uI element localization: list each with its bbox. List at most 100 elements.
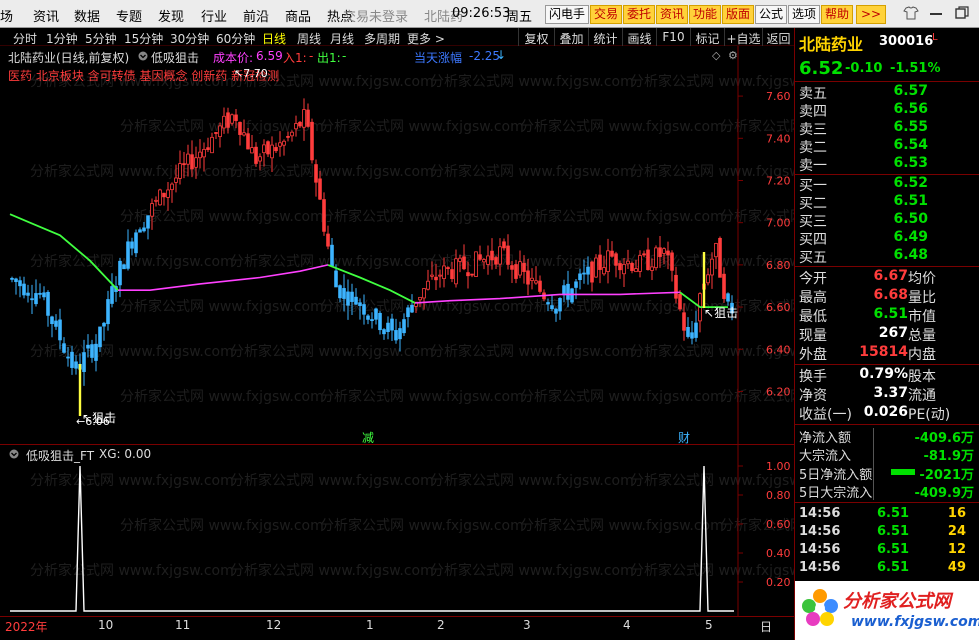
- watermark-text: 分析家公式网 www.fxjgsw.com: [430, 562, 634, 579]
- period-30min[interactable]: 30分钟: [170, 30, 209, 47]
- menu-data[interactable]: 数据: [74, 6, 100, 25]
- price-tick-label: 7.20: [766, 174, 791, 187]
- bid-row-3[interactable]: 买三 6.50: [795, 211, 979, 230]
- entrust-button[interactable]: 委托: [623, 5, 655, 24]
- bid-row-2[interactable]: 买二 6.51: [795, 193, 979, 212]
- period-monthly[interactable]: 月线: [330, 30, 354, 47]
- indicator-chart[interactable]: 分析家公式网 www.fxjgsw.com 分析家公式网 www.fxjgsw.c…: [0, 445, 794, 617]
- period-5min[interactable]: 5分钟: [85, 30, 117, 47]
- watermark-text: 分析家公式网 www.fxjgsw.com: [320, 517, 524, 534]
- flash-trade-button[interactable]: 闪电手: [545, 5, 589, 24]
- menu-market[interactable]: 场: [0, 6, 13, 25]
- draw-line-button[interactable]: 画线: [622, 28, 656, 46]
- more-button[interactable]: >>: [856, 5, 886, 24]
- shirt-icon[interactable]: [903, 6, 919, 20]
- candlestick-chart[interactable]: 分析家公式网 www.fxjgsw.com 分析家公式网 www.fxjgsw.c…: [0, 46, 794, 444]
- statistics-button[interactable]: 统计: [588, 28, 622, 46]
- period-daily[interactable]: 日线: [262, 30, 286, 47]
- menu-commodity[interactable]: 商品: [285, 6, 311, 25]
- login-status: 交易未登录: [343, 10, 409, 25]
- back-button[interactable]: 返回: [762, 28, 794, 46]
- watermark-text: 分析家公式网 www.fxjgsw.com: [430, 73, 634, 90]
- tick-row: 14:56 6.51 16: [799, 506, 966, 521]
- indicator-collapse-icon[interactable]: [9, 449, 19, 459]
- menu-discover[interactable]: 发现: [158, 6, 184, 25]
- exit-value: -: [342, 49, 347, 63]
- candlestick-chart-area[interactable]: 分析家公式网 www.fxjgsw.com 分析家公式网 www.fxjgsw.c…: [0, 46, 794, 445]
- stat-earnings: 收益(一) 0.026 PE(动): [799, 404, 951, 423]
- formula-button[interactable]: 公式: [755, 5, 787, 24]
- ask-row-2[interactable]: 卖二 6.54: [795, 137, 979, 156]
- bid-row-1[interactable]: 买一 6.52: [795, 175, 979, 194]
- candle: [330, 237, 334, 268]
- candle: [690, 320, 694, 345]
- candle: [46, 290, 50, 327]
- bid-row-5[interactable]: 买五 6.48: [795, 247, 979, 266]
- watermark-text: 分析家公式网 www.fxjgsw.com: [230, 163, 434, 180]
- candle: [42, 286, 46, 301]
- candle: [266, 140, 270, 158]
- candle: [206, 137, 210, 153]
- candle: [438, 269, 442, 288]
- ask-row-5[interactable]: 卖五 6.57: [795, 83, 979, 102]
- function-button[interactable]: 功能: [689, 5, 721, 24]
- ask-row-3[interactable]: 卖三 6.55: [795, 119, 979, 138]
- candle: [34, 279, 38, 307]
- indicator-chart-area[interactable]: 分析家公式网 www.fxjgsw.com 分析家公式网 www.fxjgsw.c…: [0, 444, 794, 617]
- candle: [574, 278, 578, 300]
- indicator-title[interactable]: 低吸狙击_FT: [26, 447, 94, 464]
- diamond-icon[interactable]: ◇: [712, 49, 720, 62]
- indicator-name[interactable]: 低吸狙击: [151, 49, 199, 66]
- candle: [150, 198, 154, 230]
- period-weekly[interactable]: 周线: [297, 30, 321, 47]
- layout-button[interactable]: 版面: [722, 5, 754, 24]
- watermark-text: 分析家公式网 www.fxjgsw.com: [30, 472, 234, 489]
- candle: [670, 250, 674, 282]
- candle: [214, 131, 218, 140]
- ask-row-4[interactable]: 卖四 6.56: [795, 101, 979, 120]
- flow-5d-block-inflow: 5日大宗流入 -409.9万: [799, 486, 974, 501]
- menu-frontier[interactable]: 前沿: [243, 6, 269, 25]
- candle: [598, 245, 602, 284]
- site-logo[interactable]: 分析家公式网 www.fxjgsw.com: [795, 581, 979, 640]
- adjust-button[interactable]: 复权: [518, 28, 554, 46]
- collapse-icon[interactable]: [138, 51, 148, 61]
- mark-button[interactable]: 标记: [690, 28, 724, 46]
- period-more[interactable]: 更多 >: [407, 30, 445, 47]
- f10-button[interactable]: F10: [656, 28, 690, 46]
- period-15min[interactable]: 15分钟: [124, 30, 163, 47]
- period-tag: 日: [760, 620, 773, 634]
- period-60min[interactable]: 60分钟: [216, 30, 255, 47]
- candle: [706, 268, 710, 286]
- candle: [126, 229, 130, 271]
- settings-gear-icon[interactable]: ⚙: [728, 49, 738, 62]
- candle: [26, 284, 30, 303]
- menu-industry[interactable]: 行业: [201, 6, 227, 25]
- trade-button[interactable]: 交易: [590, 5, 622, 24]
- period-1min[interactable]: 1分钟: [46, 30, 78, 47]
- help-button[interactable]: 帮助: [821, 5, 853, 24]
- options-button[interactable]: 选项: [788, 5, 820, 24]
- candle: [106, 290, 110, 331]
- stat-high: 最高 6.68 量比: [799, 287, 936, 306]
- logo-url: www.fxjgsw.com: [851, 614, 979, 630]
- overlay-button[interactable]: 叠加: [554, 28, 588, 46]
- add-watchlist-button[interactable]: +自选: [724, 28, 762, 46]
- date-axis: 2022年 10 11 12 1 2 3 4 5 日: [0, 616, 794, 640]
- bid-row-4[interactable]: 买四 6.49: [795, 229, 979, 248]
- restore-icon[interactable]: [955, 6, 969, 20]
- menu-news[interactable]: 资讯: [33, 6, 59, 25]
- ask-row-1[interactable]: 卖一 6.53: [795, 155, 979, 174]
- minimize-icon[interactable]: [930, 12, 942, 16]
- candle: [290, 130, 294, 142]
- candle: [606, 238, 610, 284]
- candle: [446, 266, 450, 275]
- candle: [654, 245, 658, 271]
- period-timeshare[interactable]: 分时: [13, 30, 37, 47]
- menu-topics[interactable]: 专题: [116, 6, 142, 25]
- candle: [102, 321, 106, 341]
- info-button[interactable]: 资讯: [656, 5, 688, 24]
- stat-low: 最低 6.51 市值: [799, 306, 936, 325]
- candle: [310, 118, 314, 164]
- period-multi[interactable]: 多周期: [364, 30, 400, 47]
